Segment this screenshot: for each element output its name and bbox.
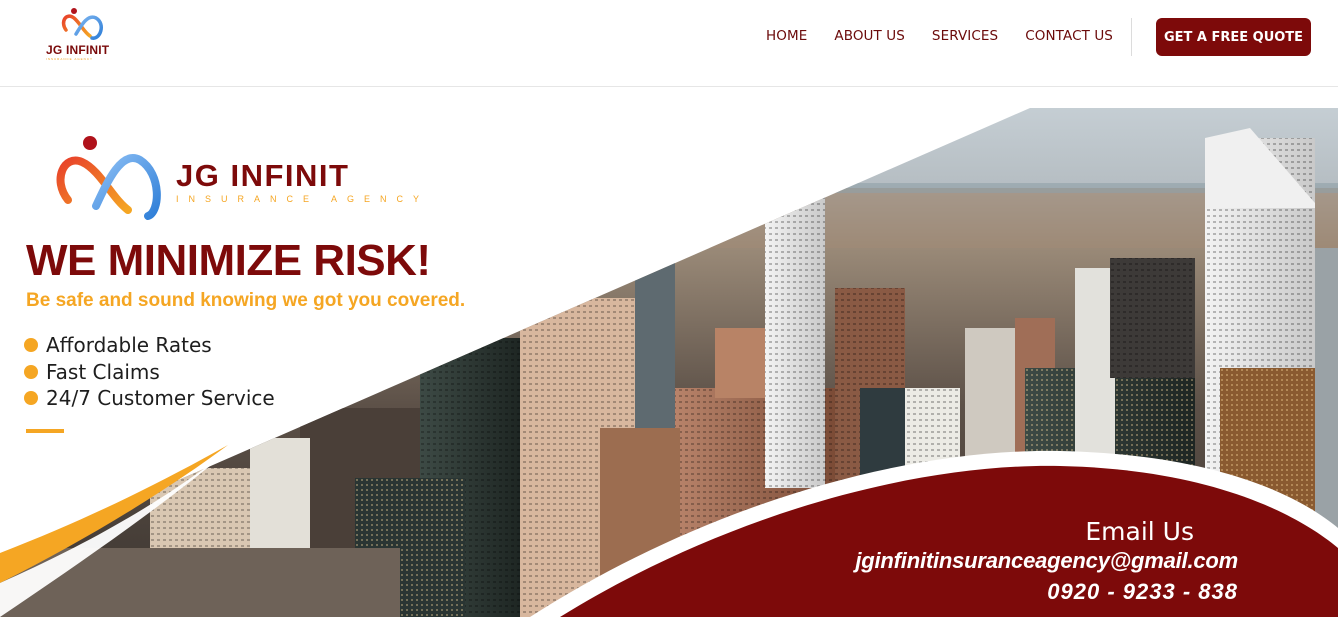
feature-label: Affordable Rates: [46, 333, 212, 358]
feature-label: 24/7 Customer Service: [46, 386, 275, 411]
feature-label: Fast Claims: [46, 359, 160, 384]
feature-item: Affordable Rates: [24, 332, 275, 359]
nav-contact-us[interactable]: CONTACT US: [1025, 28, 1113, 44]
contact-title: Email Us: [1085, 517, 1194, 546]
main-nav: HOME ABOUT US SERVICES CONTACT US: [766, 28, 1140, 44]
bullet-dot-icon: [24, 364, 38, 379]
contact-email[interactable]: jginfinitinsuranceagency@gmail.com: [855, 548, 1238, 574]
site-header: JG INFINIT INSURANCE AGENCY HOME ABOUT U…: [0, 0, 1338, 87]
bullet-dot-icon: [24, 338, 38, 353]
bullet-dot-icon: [24, 391, 38, 406]
header-logo-subtitle: INSURANCE AGENCY: [46, 57, 94, 61]
nav-home[interactable]: HOME: [766, 28, 807, 44]
get-free-quote-button[interactable]: GET A FREE QUOTE: [1156, 18, 1311, 56]
hero-brand-subtitle: INSURANCE AGENCY: [176, 194, 430, 204]
nav-about-us[interactable]: ABOUT US: [834, 28, 905, 44]
hero-banner: JG INFINIT INSURANCE AGENCY WE MINIMIZE …: [0, 88, 1338, 617]
feature-item: 24/7 Customer Service: [24, 385, 275, 412]
hero-tagline: Be safe and sound knowing we got you cov…: [26, 290, 466, 311]
feature-item: Fast Claims: [24, 359, 275, 386]
decorative-divider: [26, 429, 64, 433]
nav-services[interactable]: SERVICES: [932, 28, 998, 44]
nav-divider: [1131, 18, 1132, 56]
hero-headline: WE MINIMIZE RISK!: [26, 236, 431, 285]
contact-phone[interactable]: 0920 - 9233 - 838: [1047, 579, 1238, 605]
hero-brand-name: JG INFINIT: [176, 158, 350, 193]
header-logo-name: JG INFINIT: [46, 43, 110, 57]
feature-list: Affordable Rates Fast Claims 24/7 Custom…: [24, 332, 275, 412]
